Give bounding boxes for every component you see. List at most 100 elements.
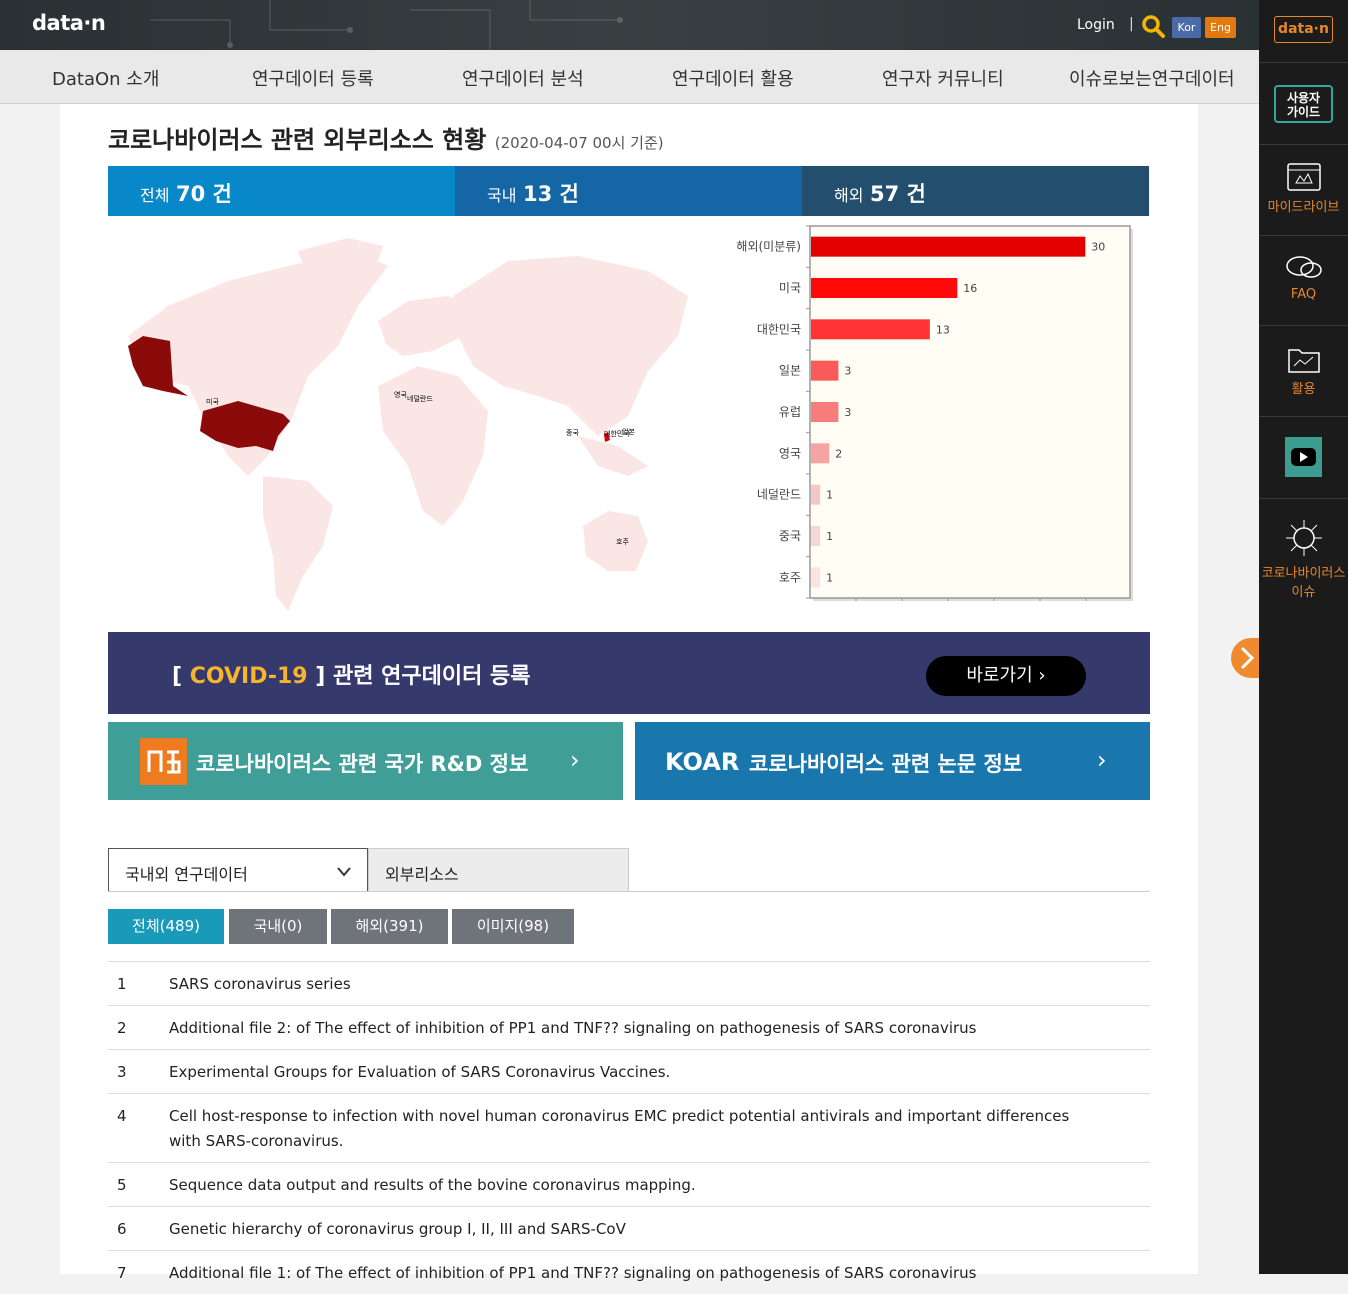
nav-item-register[interactable]: 연구데이터 등록	[252, 65, 374, 91]
chart-bar	[811, 443, 830, 464]
list-item-title[interactable]: Genetic hierarchy of coronavirus group I…	[169, 1217, 1090, 1242]
filter-image-button[interactable]: 이미지(98)	[452, 909, 574, 944]
list-item[interactable]: 4 Cell host-response to infection with n…	[108, 1093, 1150, 1162]
lang-eng-button[interactable]: Eng	[1205, 17, 1236, 38]
chevron-right-icon: ›	[1038, 665, 1046, 686]
ntis-logo	[140, 738, 187, 785]
youtube-button[interactable]	[1285, 437, 1322, 477]
list-item-number: 2	[117, 1019, 127, 1037]
sidebar-divider	[1259, 498, 1348, 499]
map-south-america	[263, 476, 333, 611]
folder-chart-icon	[1287, 349, 1320, 373]
sidebar-item-corona[interactable]: 코로나바이러스 이슈	[1259, 518, 1348, 600]
user-guide-button[interactable]: 사용자 가이드	[1274, 85, 1333, 123]
nav-item-issue[interactable]: 이슈로보는연구데이터	[1069, 65, 1235, 91]
results-list: 1 SARS coronavirus series 2 Additional f…	[108, 961, 1150, 1294]
list-item-title[interactable]: Experimental Groups for Evaluation of SA…	[169, 1060, 1090, 1085]
chart-bar	[811, 360, 839, 381]
login-link[interactable]: Login	[1077, 17, 1115, 33]
filter-all-button[interactable]: 전체(489)	[108, 909, 224, 944]
map-label-usa: 미국	[206, 397, 219, 406]
search-icon[interactable]	[1141, 14, 1165, 38]
sidebar-divider	[1259, 62, 1348, 63]
page-title-date: (2020-04-07 00시 기준)	[494, 134, 664, 152]
chart-value-label: 13	[936, 323, 950, 336]
sidebar-label-faq: FAQ	[1290, 287, 1317, 302]
tab-divider	[108, 891, 1150, 892]
stat-overseas-value: 57 건	[870, 182, 926, 206]
chart-category-label: 유럽	[779, 405, 801, 419]
chart-value-label: 1	[826, 489, 833, 502]
nav-item-community[interactable]: 연구자 커뮤니티	[882, 65, 1004, 91]
list-item[interactable]: 6 Genetic hierarchy of coronavirus group…	[108, 1206, 1150, 1250]
stat-total: 전체 70 건	[108, 166, 455, 216]
virus-icon	[1285, 520, 1322, 556]
tab-external-resource[interactable]: 외부리소스	[368, 848, 629, 892]
stat-domestic: 국내 13 건	[455, 166, 802, 216]
goto-button[interactable]: 바로가기 ›	[926, 656, 1086, 696]
filter-overseas-button[interactable]: 해외(391)	[331, 909, 448, 944]
map-southeast-asia	[578, 436, 648, 476]
map-label-australia: 호주	[616, 538, 629, 546]
goto-button-label: 바로가기	[966, 665, 1033, 686]
sidebar-item-usage[interactable]: 활용	[1259, 344, 1348, 397]
covid-register-banner: [ COVID-19 ] 관련 연구데이터 등록 바로가기 ›	[108, 632, 1150, 714]
list-item-title[interactable]: Cell host-response to infection with nov…	[169, 1104, 1090, 1154]
sidebar-label-corona-2: 이슈	[1291, 585, 1316, 600]
list-item-title[interactable]: SARS coronavirus series	[169, 972, 1090, 997]
list-item[interactable]: 7 Additional file 1: of The effect of in…	[108, 1250, 1150, 1294]
chart-value-label: 3	[844, 365, 851, 378]
covid-banner-text: [ COVID-19 ] 관련 연구데이터 등록	[172, 658, 531, 690]
map-label-uk: 영국	[394, 390, 407, 399]
site-logo[interactable]: data·n	[32, 11, 106, 35]
stat-domestic-label: 국내	[487, 186, 517, 205]
sidebar-divider	[1259, 235, 1348, 236]
stat-domestic-value: 13 건	[523, 182, 579, 206]
research-data-dropdown[interactable]: 국내외 연구데이터	[108, 848, 368, 892]
chart-category-label: 미국	[779, 281, 801, 295]
chart-bar	[811, 319, 930, 340]
chart-category-label: 중국	[779, 529, 801, 543]
koar-logo: KOAR	[665, 748, 740, 776]
youtube-icon	[1291, 448, 1316, 466]
stat-total-value: 70 건	[176, 182, 232, 206]
sidebar-logo[interactable]: data·n	[1274, 16, 1333, 43]
chart-bar	[811, 236, 1086, 257]
map-label-japan: 일본	[622, 427, 635, 436]
page-title-text: 코로나바이러스 관련 외부리소스 현황	[108, 126, 487, 154]
nav-item-utilize[interactable]: 연구데이터 활용	[672, 65, 794, 91]
chart-category-label: 해외(미분류)	[736, 240, 801, 254]
sidebar-item-faq[interactable]: FAQ	[1259, 253, 1348, 302]
stat-overseas-label: 해외	[834, 186, 864, 205]
list-item[interactable]: 2 Additional file 2: of The effect of in…	[108, 1005, 1150, 1049]
covid-banner-label: 관련 연구데이터 등록	[333, 664, 531, 689]
koar-paper-banner[interactable]: KOAR 코로나바이러스 관련 논문 정보 ›	[635, 722, 1150, 800]
stat-total-label: 전체	[140, 186, 170, 205]
ntis-rnd-banner[interactable]: 코로나바이러스 관련 국가 R&D 정보 ›	[108, 722, 623, 800]
chart-category-label: 대한민국	[757, 322, 801, 336]
chart-value-label: 1	[826, 571, 833, 584]
nav-item-dataon[interactable]: DataOn 소개	[52, 65, 159, 91]
sidebar-label-corona-1: 코로나바이러스	[1261, 566, 1346, 581]
list-item-number: 4	[117, 1107, 127, 1125]
chart-value-label: 30	[1091, 241, 1105, 254]
list-item-title[interactable]: Additional file 2: of The effect of inhi…	[169, 1016, 1090, 1041]
list-item-title[interactable]: Sequence data output and results of the …	[169, 1173, 1090, 1198]
list-item[interactable]: 5 Sequence data output and results of th…	[108, 1162, 1150, 1206]
map-label-china: 중국	[566, 429, 579, 437]
right-quick-sidebar: data·n 사용자 가이드 마이드라이브 FAQ 활용 코로나바이러스 이슈	[1259, 0, 1348, 1274]
chart-category-label: 네덜란드	[757, 488, 801, 502]
filter-domestic-button[interactable]: 국내(0)	[229, 909, 327, 944]
ntis-banner-text: 코로나바이러스 관련 국가 R&D 정보	[196, 752, 529, 776]
sidebar-divider	[1259, 144, 1348, 145]
sidebar-item-mydrive[interactable]: 마이드라이브	[1259, 162, 1348, 215]
nav-item-analysis[interactable]: 연구데이터 분석	[462, 65, 584, 91]
chat-bubbles-icon	[1285, 256, 1322, 278]
chart-value-label: 2	[835, 447, 842, 460]
koar-banner-text: 코로나바이러스 관련 논문 정보	[749, 752, 1023, 776]
map-africa	[378, 366, 488, 526]
list-item[interactable]: 3 Experimental Groups for Evaluation of …	[108, 1049, 1150, 1093]
list-item[interactable]: 1 SARS coronavirus series	[108, 961, 1150, 1005]
lang-kor-button[interactable]: Kor	[1172, 17, 1201, 38]
stat-overseas: 해외 57 건	[802, 166, 1149, 216]
